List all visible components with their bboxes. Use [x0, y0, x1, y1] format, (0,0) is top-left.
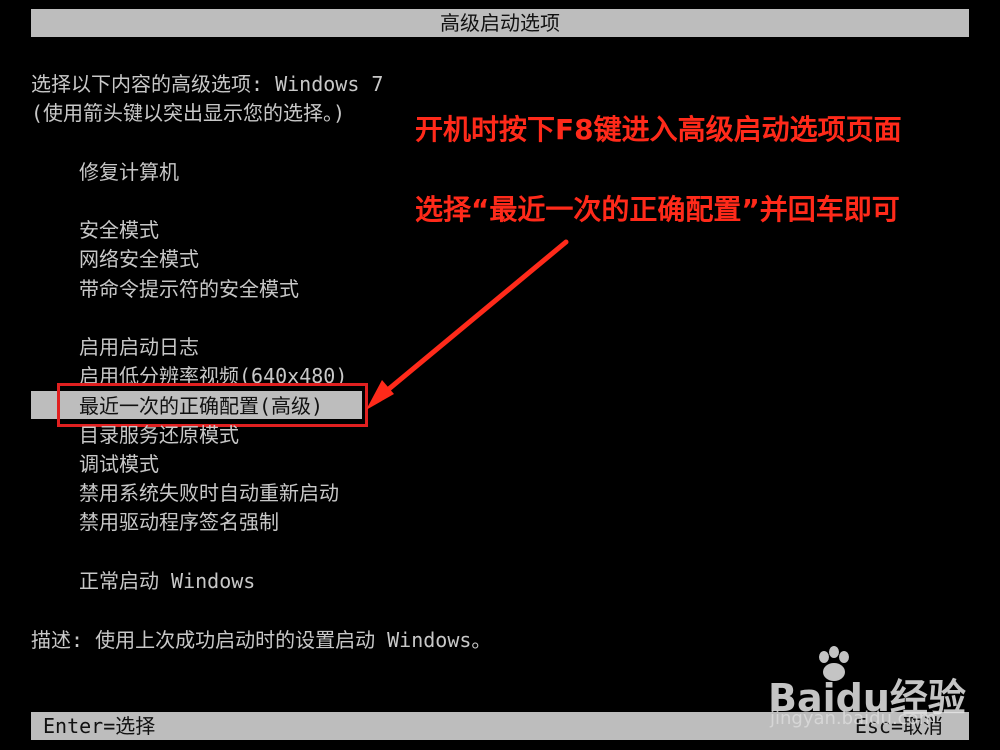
baidu-watermark: Baidu经验 jingyan.baidu.com	[768, 645, 988, 735]
watermark-url: jingyan.baidu.com	[770, 708, 937, 729]
annotation-arrow	[366, 239, 569, 410]
